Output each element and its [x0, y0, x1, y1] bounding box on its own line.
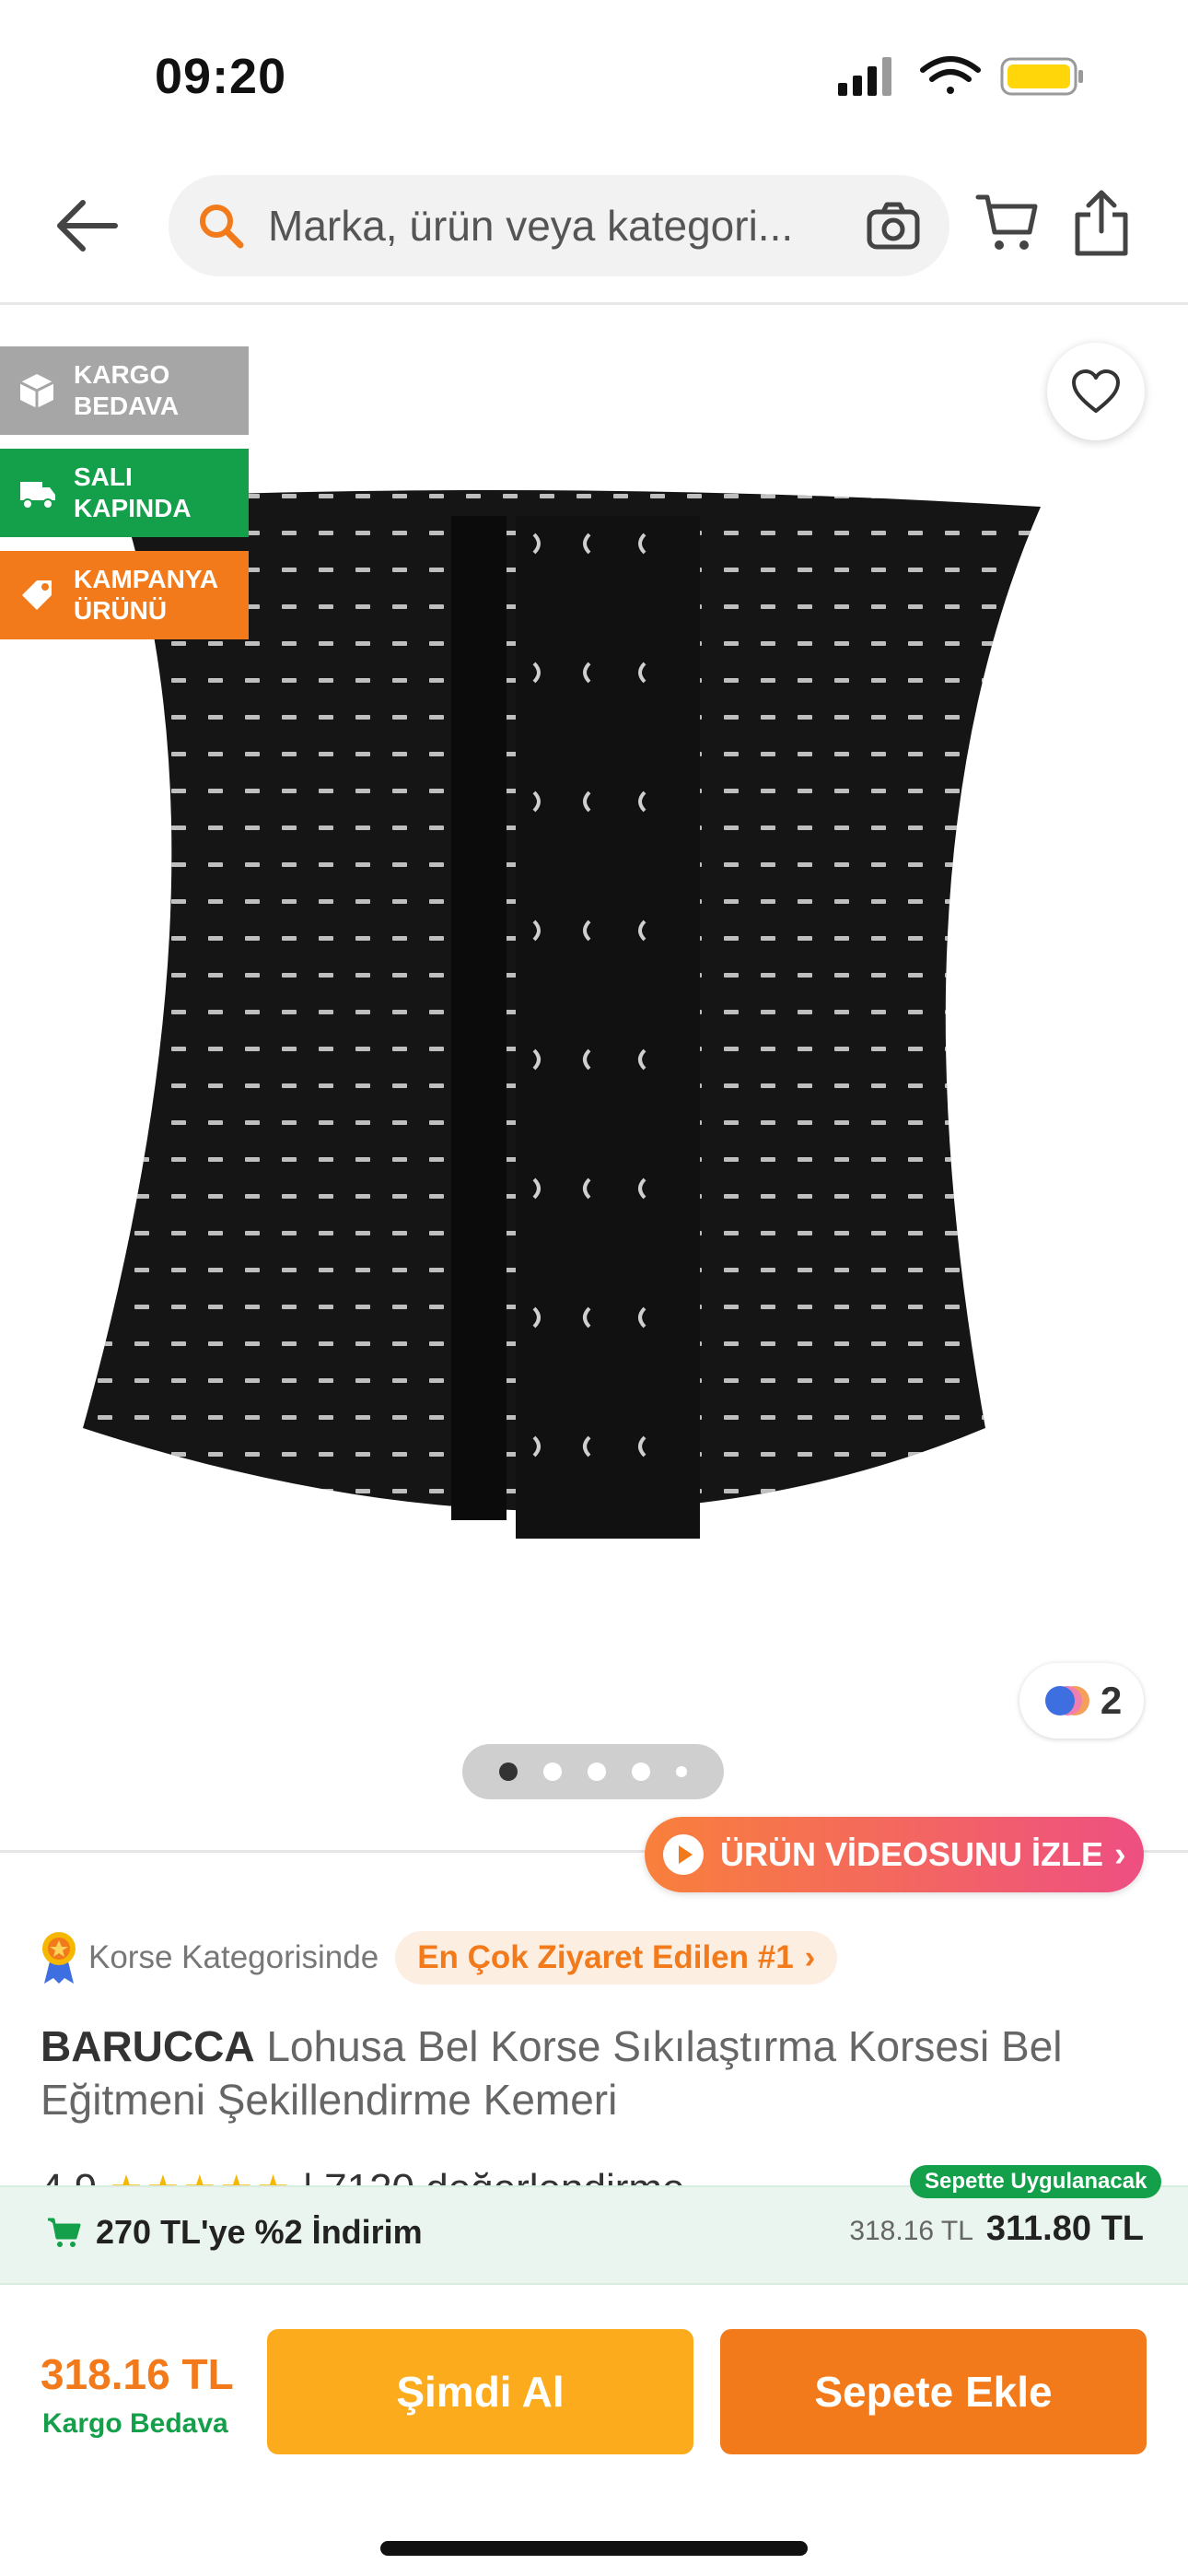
badge-label: KAPINDA: [74, 494, 192, 522]
cart-icon: [48, 2218, 81, 2247]
bottom-price: 318.16 TL: [41, 2350, 234, 2398]
color-count: 2: [1100, 1679, 1123, 1722]
heart-icon: [1072, 369, 1120, 413]
rank-pill-button[interactable]: En Çok Ziyaret Edilen #1 ›: [395, 1931, 838, 1985]
original-price: 318.16 TL: [849, 2216, 973, 2246]
play-icon: [663, 1834, 704, 1875]
watch-video-label: ÜRÜN VİDEOSUNU İZLE: [720, 1835, 1104, 1873]
badge-label: SALI: [74, 463, 133, 491]
pagination-dot[interactable]: [543, 1762, 562, 1781]
wifi-icon: [920, 56, 981, 94]
cart-discount-text: 270 TL'ye %2 İndirim: [96, 2213, 423, 2251]
share-icon[interactable]: [1068, 187, 1135, 259]
cart-discount-info: 270 TL'ye %2 İndirim: [46, 2213, 423, 2252]
tag-icon: [22, 580, 52, 610]
buy-now-button[interactable]: Şimdi Al: [267, 2329, 693, 2454]
status-time: 09:20: [155, 49, 287, 104]
rank-category-text: Korse Kategorisinde: [88, 1939, 379, 1975]
pagination-dot[interactable]: [676, 1766, 687, 1777]
chevron-right-icon: ›: [1114, 1834, 1126, 1874]
favorite-button[interactable]: [1047, 343, 1145, 440]
search-icon: [200, 205, 244, 249]
badge-label: BEDAVA: [74, 392, 180, 420]
color-swatch-icon: [1044, 1686, 1089, 1715]
pagination-dot[interactable]: [499, 1762, 518, 1781]
badge-campaign-product: KAMPANYA ÜRÜNÜ: [0, 551, 249, 639]
badge-label: KAMPANYA: [74, 565, 219, 593]
category-rank-row: Korse Kategorisinde En Çok Ziyaret Edile…: [41, 1927, 838, 1988]
free-shipping-label: Kargo Bedava: [42, 2408, 228, 2439]
home-indicator[interactable]: [380, 2541, 808, 2556]
watch-video-button[interactable]: ÜRÜN VİDEOSUNU İZLE ›: [645, 1817, 1144, 1892]
rank-pill-label: En Çok Ziyaret Edilen #1: [417, 1939, 794, 1975]
chevron-right-icon: ›: [804, 1939, 816, 1975]
badge-free-shipping: KARGO BEDAVA: [0, 346, 249, 435]
image-pagination[interactable]: [462, 1744, 724, 1799]
medal-icon: [42, 1932, 76, 1984]
signal-icon: [838, 57, 891, 96]
applied-in-cart-tag: Sepette Uygulanacak: [910, 2165, 1162, 2198]
back-arrow-icon[interactable]: [46, 184, 129, 267]
battery-icon: [1000, 57, 1083, 96]
product-brand[interactable]: BARUCCA: [41, 2022, 255, 2070]
nav-divider: [0, 302, 1188, 305]
product-image[interactable]: [55, 479, 1124, 1612]
badge-label: ÜRÜNÜ: [74, 596, 168, 625]
color-variants-chip[interactable]: 2: [1019, 1663, 1144, 1739]
badge-tuesday-delivery: SALI KAPINDA: [0, 449, 249, 537]
cart-icon[interactable]: [974, 190, 1041, 256]
pagination-dot[interactable]: [632, 1762, 650, 1781]
pagination-dot[interactable]: [588, 1762, 606, 1781]
box-icon: [19, 374, 54, 408]
discounted-price: 311.80 TL: [985, 2209, 1144, 2248]
camera-icon[interactable]: [865, 197, 922, 254]
truck-icon: [20, 482, 55, 509]
add-to-cart-button[interactable]: Sepete Ekle: [720, 2329, 1147, 2454]
search-input[interactable]: [266, 200, 865, 252]
discount-prices: 318.16 TL 311.80 TL: [849, 2209, 1144, 2249]
product-title: BARUCCA Lohusa Bel Korse Sıkılaştırma Ko…: [41, 2020, 1146, 2126]
search-bar[interactable]: [169, 175, 949, 276]
status-icons: [838, 56, 1083, 96]
badge-label: KARGO: [74, 360, 170, 389]
